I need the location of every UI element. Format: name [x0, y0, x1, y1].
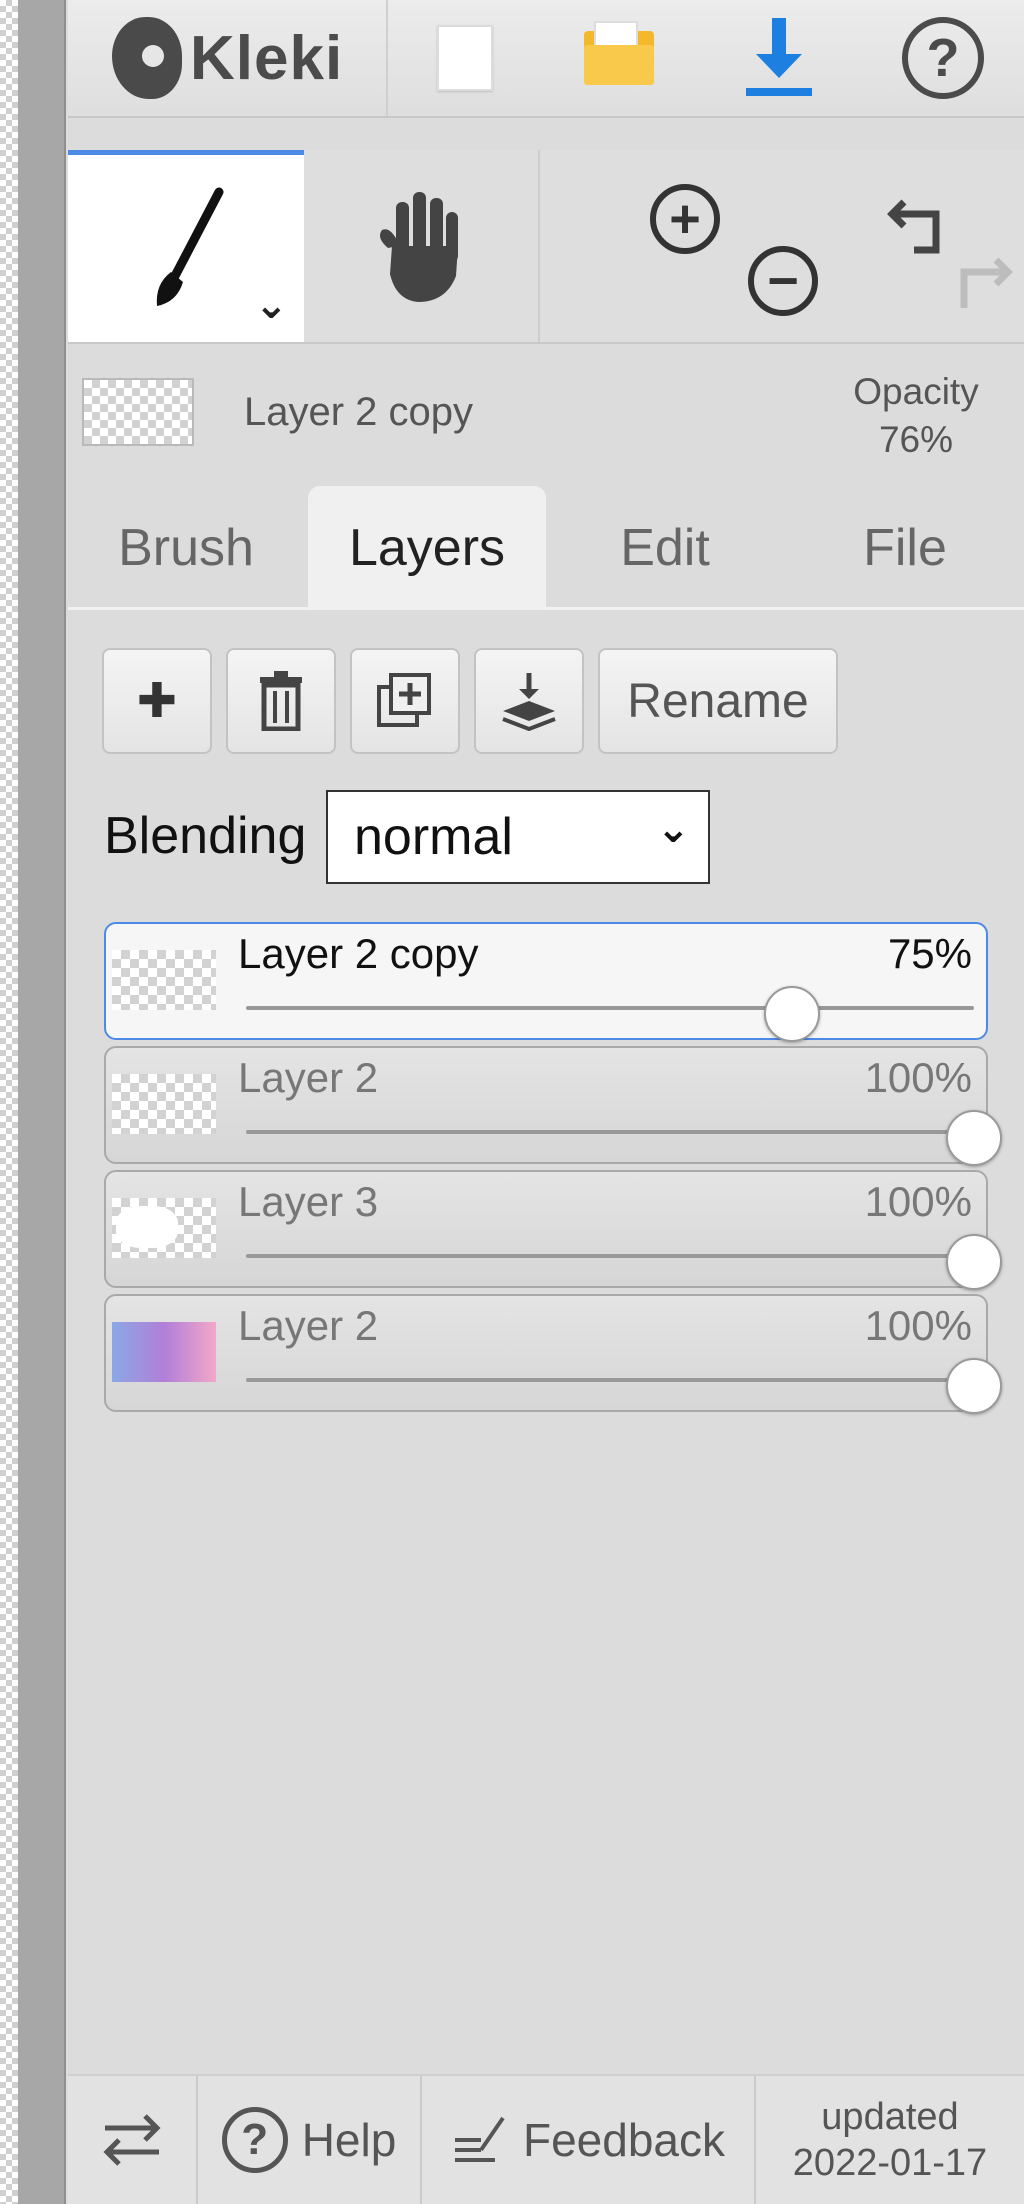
- layer-thumbnail: [112, 1322, 216, 1382]
- opacity-value: 76%: [878, 419, 954, 460]
- layer-opacity-label: 100%: [864, 1302, 972, 1349]
- footer-bar: ? Help Feedback updated 2022-01-17: [68, 2074, 1024, 2204]
- layer-thumbnail: [112, 1074, 216, 1134]
- hand-icon: [380, 192, 458, 302]
- layer-name: Layer 2: [238, 1054, 379, 1101]
- tab-layers[interactable]: Layers: [308, 486, 546, 610]
- swap-arrows-icon: [103, 2114, 161, 2166]
- duplicate-icon: [377, 673, 431, 727]
- folder-icon: [584, 21, 654, 85]
- opacity-label: Opacity: [853, 371, 979, 412]
- hand-tool-button[interactable]: [304, 150, 540, 342]
- layer-item[interactable]: Layer 2 copy 75%: [104, 922, 988, 1042]
- merge-down-button[interactable]: [474, 648, 584, 754]
- layer-opacity-slider-handle[interactable]: [946, 1110, 1002, 1166]
- feedback-link[interactable]: Feedback: [422, 2076, 756, 2204]
- layer-opacity-label: 100%: [864, 1054, 972, 1101]
- help-label: Help: [301, 2114, 397, 2166]
- kleki-logo[interactable]: Kleki: [68, 0, 388, 116]
- duplicate-layer-button[interactable]: [350, 648, 460, 754]
- zoom-in-icon[interactable]: +: [650, 184, 720, 254]
- help-icon: ?: [221, 2107, 288, 2173]
- tab-edit[interactable]: Edit: [546, 486, 784, 610]
- chevron-down-icon: ⌄: [656, 807, 690, 851]
- layer-opacity-slider-handle[interactable]: [946, 1234, 1002, 1290]
- open-image-button[interactable]: [544, 0, 694, 116]
- layer-opacity-label: 100%: [864, 1178, 972, 1225]
- blending-select[interactable]: normal ⌄: [326, 790, 710, 884]
- brush-icon: [156, 187, 224, 306]
- layer-thumbnail: [112, 950, 216, 1010]
- layer-opacity-slider-handle[interactable]: [946, 1358, 1002, 1414]
- layer-item[interactable]: Layer 2 100%: [104, 1046, 1002, 1166]
- layer-name: Layer 3: [238, 1178, 379, 1225]
- layer-name: Layer 2 copy: [238, 930, 479, 977]
- delete-layer-button[interactable]: [226, 648, 336, 754]
- help-button[interactable]: ?: [868, 0, 1018, 116]
- panel-resize-divider[interactable]: [18, 0, 66, 2204]
- feedback-pen-icon: [454, 2116, 505, 2162]
- brush-tool-button[interactable]: ⌄: [68, 150, 304, 342]
- kleki-logo-icon: [112, 17, 182, 99]
- app-name: Kleki: [190, 23, 344, 93]
- help-link[interactable]: ? Help: [198, 2076, 422, 2204]
- top-bar: Kleki ?: [68, 0, 1024, 118]
- canvas-edge: [0, 0, 18, 2204]
- blending-value: normal: [354, 808, 513, 866]
- updated-info[interactable]: updated 2022-01-17: [756, 2076, 1024, 2204]
- layer-name: Layer 2: [238, 1302, 379, 1349]
- trash-icon: [260, 671, 302, 731]
- redo-icon[interactable]: [948, 246, 1018, 316]
- layer-opacity-label: 75%: [887, 930, 972, 977]
- chevron-down-icon[interactable]: ⌄: [254, 282, 288, 328]
- feedback-label: Feedback: [522, 2114, 725, 2166]
- new-image-button[interactable]: [390, 0, 540, 116]
- merge-down-icon: [502, 673, 556, 731]
- add-layer-button[interactable]: ✚: [102, 648, 212, 754]
- undo-icon[interactable]: [884, 188, 954, 258]
- swap-panel-side-button[interactable]: [68, 2076, 198, 2204]
- updated-text: updated 2022-01-17: [793, 2094, 987, 2186]
- zoom-controls: + −: [542, 150, 818, 342]
- download-icon: [744, 18, 814, 98]
- tool-row: ⌄ + −: [68, 150, 1024, 344]
- tab-brush[interactable]: Brush: [68, 486, 304, 610]
- layer-opacity-track[interactable]: [246, 1254, 974, 1258]
- layer-item[interactable]: Layer 2 100%: [104, 1294, 1002, 1414]
- layer-opacity-track[interactable]: [246, 1130, 974, 1134]
- layer-thumbnail: [112, 1198, 216, 1258]
- current-layer-info: Layer 2 copy Opacity 76%: [68, 346, 1024, 470]
- layer-opacity-track[interactable]: [246, 1006, 974, 1010]
- panel-tabs: Brush Layers Edit File: [68, 470, 1024, 610]
- current-layer-name: Layer 2 copy: [244, 390, 474, 434]
- updated-date: 2022-01-17: [792, 2142, 988, 2184]
- current-layer-opacity: Opacity 76%: [836, 368, 996, 464]
- layer-opacity-track[interactable]: [246, 1378, 974, 1382]
- help-icon: ?: [902, 17, 984, 99]
- save-image-button[interactable]: [704, 0, 854, 116]
- undo-redo-controls: [792, 150, 1024, 342]
- current-layer-thumbnail: [82, 378, 194, 446]
- updated-label: updated: [821, 2096, 959, 2138]
- tab-file[interactable]: File: [786, 486, 1024, 610]
- blending-label: Blending: [104, 807, 307, 865]
- rename-layer-button[interactable]: Rename: [598, 648, 838, 754]
- new-file-icon: [437, 25, 493, 91]
- layer-item[interactable]: Layer 3 100%: [104, 1170, 1002, 1290]
- side-panel: Kleki ? ⌄ + − Layer 2 copy Opacity 76% B…: [68, 0, 1024, 2204]
- layer-opacity-slider-handle[interactable]: [764, 986, 820, 1042]
